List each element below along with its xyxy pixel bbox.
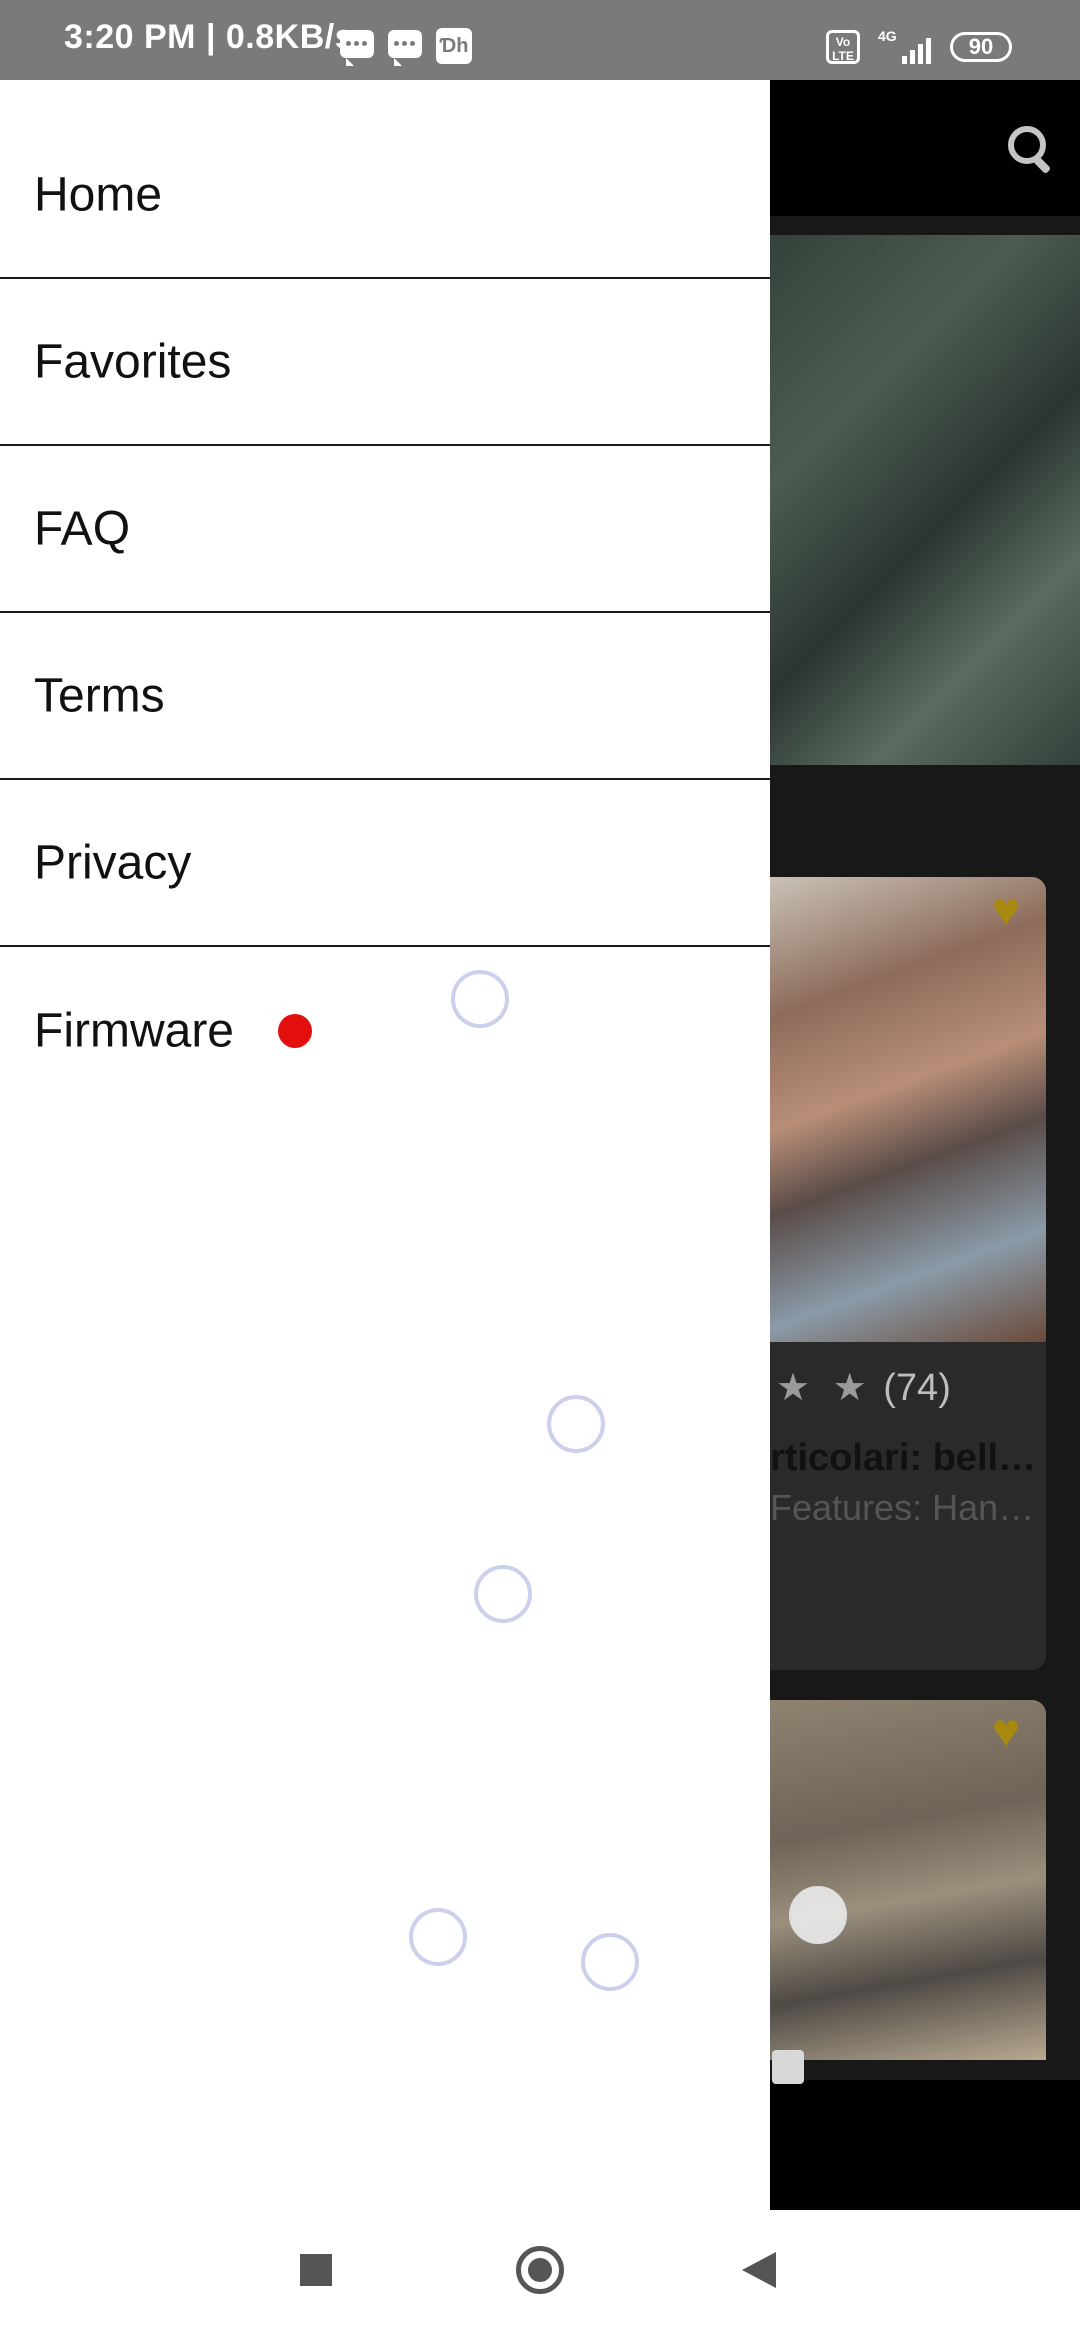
message-icon [340,30,374,66]
touch-indicator [547,1395,605,1453]
search-icon[interactable] [1008,126,1052,175]
drawer-item-privacy[interactable]: Privacy [0,781,770,947]
rating: ★ ★ (74) [776,1365,951,1410]
rating-stars-icon: ★ ★ [776,1367,873,1409]
status-time: 3:20 PM | 0.8KB/s [64,18,355,56]
drawer-item-label: Favorites [34,335,232,389]
volte-icon: Vo LTE [826,30,860,64]
movie-poster [770,877,1046,1342]
movie-card[interactable]: ♥ ★ ★ (74) rticolari: bell… Features: Ha… [770,877,1046,1670]
touch-indicator [581,1933,639,1991]
hero-banner[interactable] [770,235,1080,765]
drawer-item-label: Privacy [34,836,192,890]
movie-card[interactable]: ♥ [770,1700,1046,2060]
hotstar-icon: Ɗh [436,28,472,64]
bottom-nav-icon[interactable] [772,2050,804,2084]
touch-indicator [789,1886,847,1944]
message-icon [388,30,422,66]
drawer-item-faq[interactable]: FAQ [0,447,770,613]
drawer-item-firmware[interactable]: Firmware [0,948,770,1114]
navigation-drawer: Home Favorites FAQ Terms Privacy Firmwar… [0,80,770,2210]
movie-features: Features: Han… [770,1487,1035,1528]
signal-icon [900,32,936,64]
drawer-item-label: Terms [34,669,165,723]
network-type: 4G [878,28,897,44]
recent-apps-icon[interactable] [300,2254,332,2286]
drawer-item-label: Firmware [34,1004,234,1058]
drawer-item-home[interactable]: Home [0,113,770,279]
status-bar: 3:20 PM | 0.8KB/s Ɗh Vo LTE 4G 90 [0,0,1080,80]
back-icon[interactable] [742,2252,776,2288]
drawer-item-terms[interactable]: Terms [0,614,770,780]
drawer-item-favorites[interactable]: Favorites [0,280,770,446]
drawer-item-label: Home [34,168,163,222]
touch-indicator [451,970,509,1028]
notification-dot-icon [278,1014,312,1048]
heart-icon[interactable]: ♥ [984,1708,1028,1756]
movie-title: rticolari: bell… [770,1437,1037,1479]
drawer-item-label: FAQ [34,502,131,556]
home-icon[interactable] [516,2246,564,2294]
rating-count: (74) [883,1367,951,1409]
touch-indicator [474,1565,532,1623]
system-nav-bar [0,2210,1080,2340]
touch-indicator [409,1908,467,1966]
heart-icon[interactable]: ♥ [984,887,1028,935]
battery-indicator: 90 [950,32,1012,62]
